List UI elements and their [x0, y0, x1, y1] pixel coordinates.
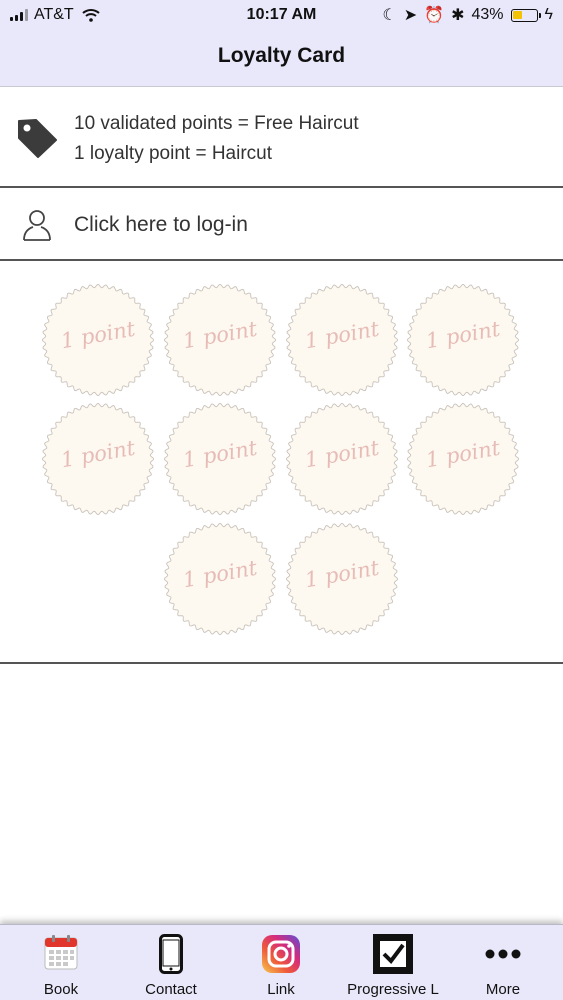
tab-progressive[interactable]: Progressive L	[337, 925, 449, 1000]
tab-label: Link	[267, 981, 295, 998]
calendar-icon	[44, 935, 78, 970]
stamp-1: 1 point	[41, 283, 155, 397]
checkbox-icon	[373, 934, 413, 974]
user-icon	[23, 210, 51, 241]
stamp-7: 1 point	[285, 402, 399, 516]
stamp-6: 1 point	[163, 402, 277, 516]
tab-more[interactable]: More	[447, 925, 559, 1000]
status-right: ☾ ➤ ⏰ ✱ 43% ϟ	[382, 5, 553, 25]
location-icon: ➤	[403, 7, 418, 24]
stamp-3: 1 point	[285, 283, 399, 397]
tab-bar: Book Contact Link Progressive L More	[0, 924, 563, 1000]
page-title: Loyalty Card	[217, 44, 346, 67]
battery-icon	[510, 8, 541, 22]
tab-label: Progressive L	[347, 981, 439, 998]
more-icon	[485, 949, 521, 959]
tab-contact[interactable]: Contact	[115, 925, 227, 1000]
login-link[interactable]: Click here to log-in	[74, 213, 248, 237]
stamp-2: 1 point	[163, 283, 277, 397]
point-value: 1 loyalty point = Haircut	[74, 143, 273, 164]
moon-icon: ☾	[382, 7, 397, 24]
stamp-9: 1 point	[163, 522, 277, 636]
stamp-5: 1 point	[41, 402, 155, 516]
loyalty-info	[0, 88, 563, 188]
tag-icon	[18, 119, 57, 158]
tab-label: Book	[43, 981, 79, 998]
status-bar: AT&T 10:17 AM ☾ ➤ ⏰ ✱ 43% ϟ	[0, 0, 563, 30]
instagram-icon	[262, 935, 300, 973]
tab-label: Contact	[145, 981, 197, 998]
top-bar: AT&T 10:17 AM ☾ ➤ ⏰ ✱ 43% ϟ Loyalty Card	[0, 0, 563, 87]
stamp-4: 1 point	[406, 283, 520, 397]
phone-icon	[159, 934, 183, 974]
stamp-grid: 1 point 1 point 1 point 1 point 1 point …	[0, 262, 563, 664]
screen: AT&T 10:17 AM ☾ ➤ ⏰ ✱ 43% ϟ Loyalty Card	[0, 0, 563, 1000]
stamp-10: 1 point	[285, 522, 399, 636]
stamp-8: 1 point	[406, 402, 520, 516]
alarm-icon: ⏰	[424, 7, 445, 24]
battery-percent: 43%	[471, 6, 504, 23]
tab-book[interactable]: Book	[5, 925, 117, 1000]
charging-icon: ϟ	[544, 6, 553, 23]
tab-label: More	[485, 981, 521, 998]
bluetooth-icon: ✱	[451, 7, 465, 24]
tab-link[interactable]: Link	[225, 925, 337, 1000]
points-rule: 10 validated points = Free Haircut	[74, 113, 359, 134]
